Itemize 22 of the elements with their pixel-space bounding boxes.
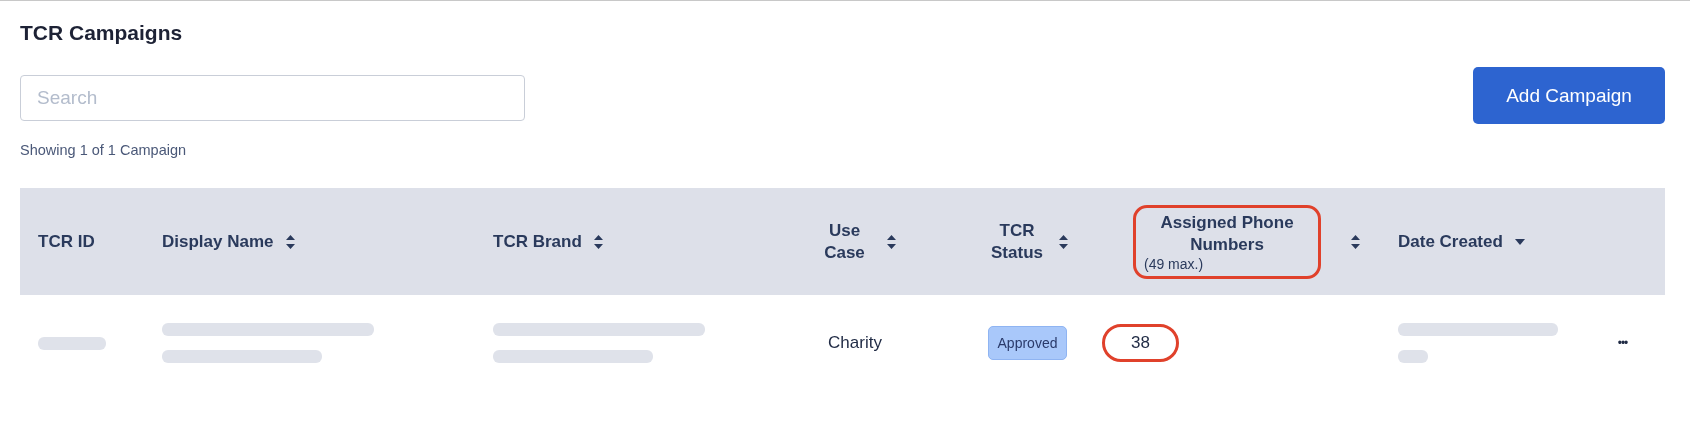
column-header[interactable]: TCR Brand <box>493 231 582 252</box>
sort-descending-icon[interactable] <box>1514 238 1525 245</box>
more-options-button[interactable]: ••• <box>1615 334 1630 352</box>
column-header[interactable]: TCR Status <box>987 219 1047 264</box>
page-title: TCR Campaigns <box>20 20 184 46</box>
add-campaign-button[interactable]: Add Campaign <box>1473 67 1665 124</box>
sort-icon[interactable] <box>1351 234 1360 249</box>
column-header[interactable]: Display Name <box>162 231 274 252</box>
sort-icon[interactable] <box>285 234 295 249</box>
table-cell-text: Charity <box>828 332 882 354</box>
sort-icon[interactable] <box>593 234 603 249</box>
sort-icon[interactable] <box>886 234 896 249</box>
phone-count: 38 <box>1102 324 1179 362</box>
search-field[interactable]: Search <box>20 75 525 121</box>
column-header[interactable]: TCR ID <box>38 231 95 252</box>
column-header[interactable]: Use Case <box>814 219 875 264</box>
results-count: Showing 1 of 1 Campaign <box>20 142 188 158</box>
column-header-highlighted[interactable]: Assigned Phone Numbers (49 max.) <box>1133 204 1321 279</box>
sort-icon[interactable] <box>1059 234 1068 249</box>
status-badge: Approved <box>987 326 1068 360</box>
redacted-text <box>1398 350 1428 363</box>
column-header[interactable]: Date Created <box>1398 231 1503 252</box>
